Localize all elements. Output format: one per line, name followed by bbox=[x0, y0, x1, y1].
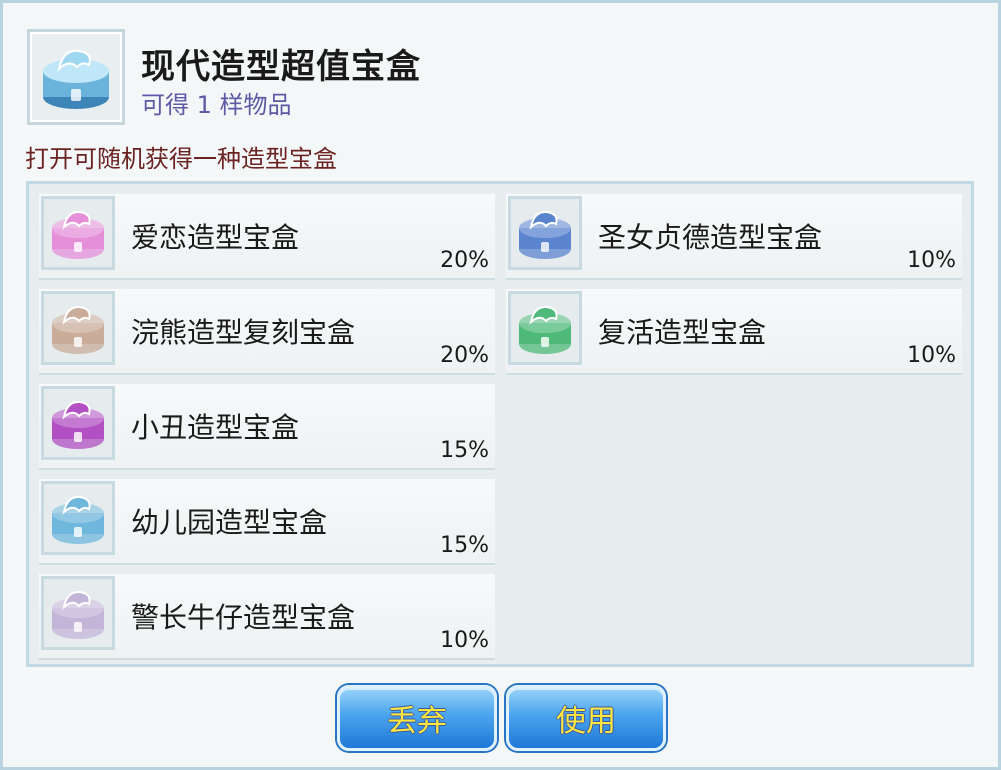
reward-item[interactable]: 浣熊造型复刻宝盒 20% bbox=[39, 289, 495, 375]
green-cake-box-icon bbox=[508, 291, 582, 365]
navy-cake-box-icon bbox=[508, 196, 582, 270]
reward-item-name: 复活造型宝盒 bbox=[598, 316, 767, 349]
blue-cake-box-icon bbox=[27, 29, 125, 125]
beige-cake-box-icon bbox=[41, 291, 115, 365]
use-button[interactable]: 使用 bbox=[506, 685, 666, 751]
reward-column-right: 圣女贞德造型宝盒 10% 复活造型宝盒 10% bbox=[506, 194, 962, 384]
reward-item[interactable]: 小丑造型宝盒 15% bbox=[39, 384, 495, 470]
pink-cake-box-icon bbox=[41, 196, 115, 270]
discard-button-label: 丢弃 bbox=[387, 704, 447, 739]
item-dialog: 现代造型超值宝盒 可得 1 样物品 打开可随机获得一种造型宝盒 爱恋造型宝盒 20… bbox=[0, 0, 1001, 770]
reward-column-left: 爱恋造型宝盒 20% 浣熊造型复刻宝盒 20% 小丑造型宝盒 15% 幼儿园造型宝盒 15% 警… bbox=[39, 194, 495, 669]
lavender-cake-box-icon bbox=[41, 576, 115, 650]
reward-item[interactable]: 爱恋造型宝盒 20% bbox=[39, 194, 495, 280]
dialog-subtitle: 可得 1 样物品 bbox=[141, 91, 292, 119]
dialog-description: 打开可随机获得一种造型宝盒 bbox=[25, 145, 337, 173]
reward-item-probability: 10% bbox=[907, 343, 956, 368]
reward-item-name: 警长牛仔造型宝盒 bbox=[131, 601, 356, 634]
purple-cake-box-icon bbox=[41, 386, 115, 460]
reward-item-probability: 20% bbox=[440, 343, 489, 368]
reward-item-probability: 20% bbox=[440, 248, 489, 273]
reward-item[interactable]: 幼儿园造型宝盒 15% bbox=[39, 479, 495, 565]
reward-item-probability: 15% bbox=[440, 438, 489, 463]
reward-item-name: 圣女贞德造型宝盒 bbox=[598, 221, 823, 254]
reward-item[interactable]: 警长牛仔造型宝盒 10% bbox=[39, 574, 495, 660]
reward-item-name: 小丑造型宝盒 bbox=[131, 411, 300, 444]
reward-item-name: 幼儿园造型宝盒 bbox=[131, 506, 328, 539]
reward-item-name: 爱恋造型宝盒 bbox=[131, 221, 300, 254]
reward-item-probability: 15% bbox=[440, 533, 489, 558]
reward-item-probability: 10% bbox=[440, 628, 489, 653]
dialog-title: 现代造型超值宝盒 bbox=[141, 47, 421, 87]
discard-button[interactable]: 丢弃 bbox=[337, 685, 497, 751]
reward-item-probability: 10% bbox=[907, 248, 956, 273]
reward-list: 爱恋造型宝盒 20% 浣熊造型复刻宝盒 20% 小丑造型宝盒 15% 幼儿园造型宝盒 15% 警… bbox=[26, 181, 974, 667]
blue-cake-box-icon bbox=[41, 481, 115, 555]
reward-item[interactable]: 复活造型宝盒 10% bbox=[506, 289, 962, 375]
use-button-label: 使用 bbox=[556, 704, 616, 739]
reward-item[interactable]: 圣女贞德造型宝盒 10% bbox=[506, 194, 962, 280]
reward-item-name: 浣熊造型复刻宝盒 bbox=[131, 316, 356, 349]
